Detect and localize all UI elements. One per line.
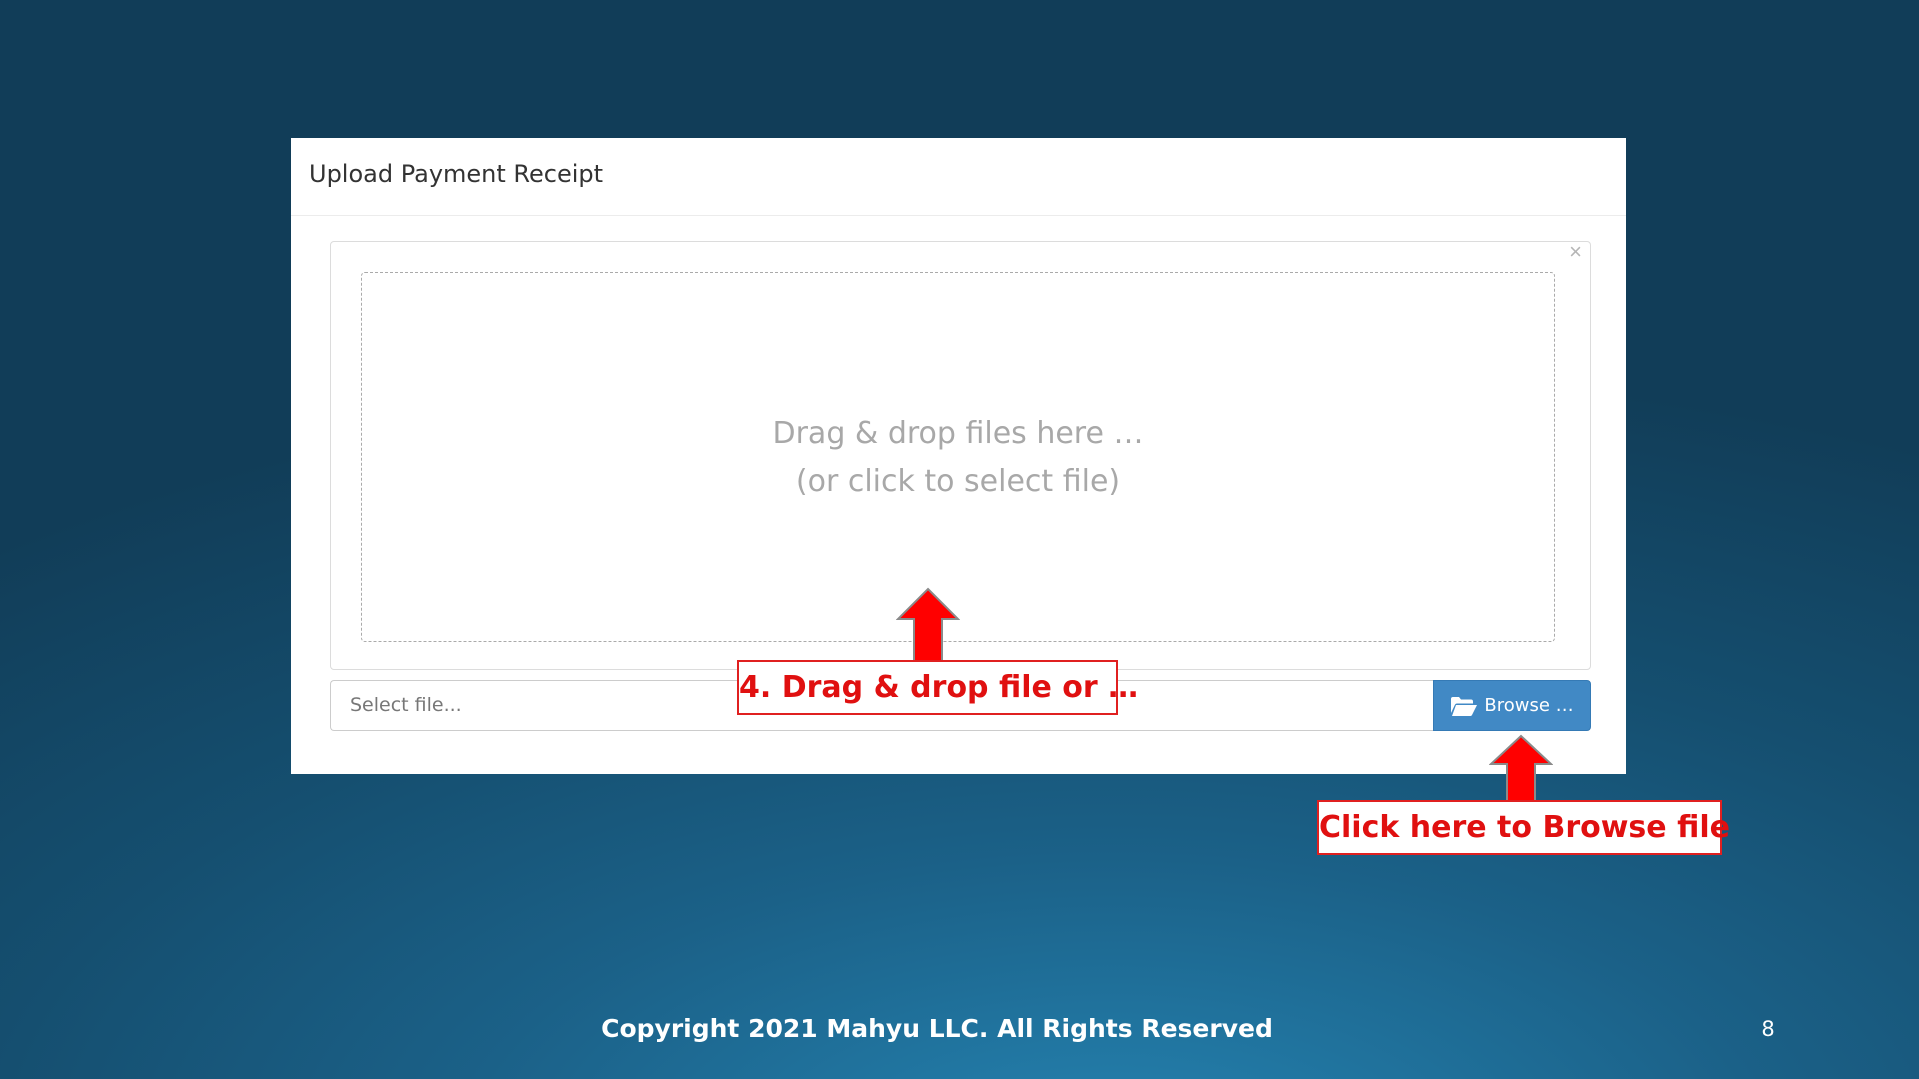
drag-drop-callout: 4. Drag & drop file or …	[737, 660, 1138, 715]
file-preview-frame: × Drag & drop files here … (or click to …	[330, 241, 1591, 670]
close-icon[interactable]: ×	[1569, 241, 1582, 263]
modal-title: Upload Payment Receipt	[309, 160, 604, 188]
slide-number: 8	[1761, 1017, 1775, 1041]
drop-zone-line2: (or click to select file)	[795, 464, 1121, 499]
browse-button[interactable]: Browse …	[1433, 680, 1591, 731]
browse-callout: Click here to Browse file	[1317, 800, 1730, 855]
drop-zone-text: Drag & drop files here … (or click to se…	[362, 410, 1554, 506]
arrow-up-icon	[896, 587, 960, 662]
drop-zone-line1: Drag & drop files here …	[772, 416, 1144, 451]
browse-button-label: Browse …	[1484, 695, 1574, 716]
arrow-up-icon	[1489, 734, 1553, 803]
modal-header: Upload Payment Receipt	[291, 138, 1626, 216]
folder-open-icon	[1450, 695, 1478, 717]
footer-copyright: Copyright 2021 Mahyu LLC. All Rights Res…	[601, 1014, 1273, 1043]
